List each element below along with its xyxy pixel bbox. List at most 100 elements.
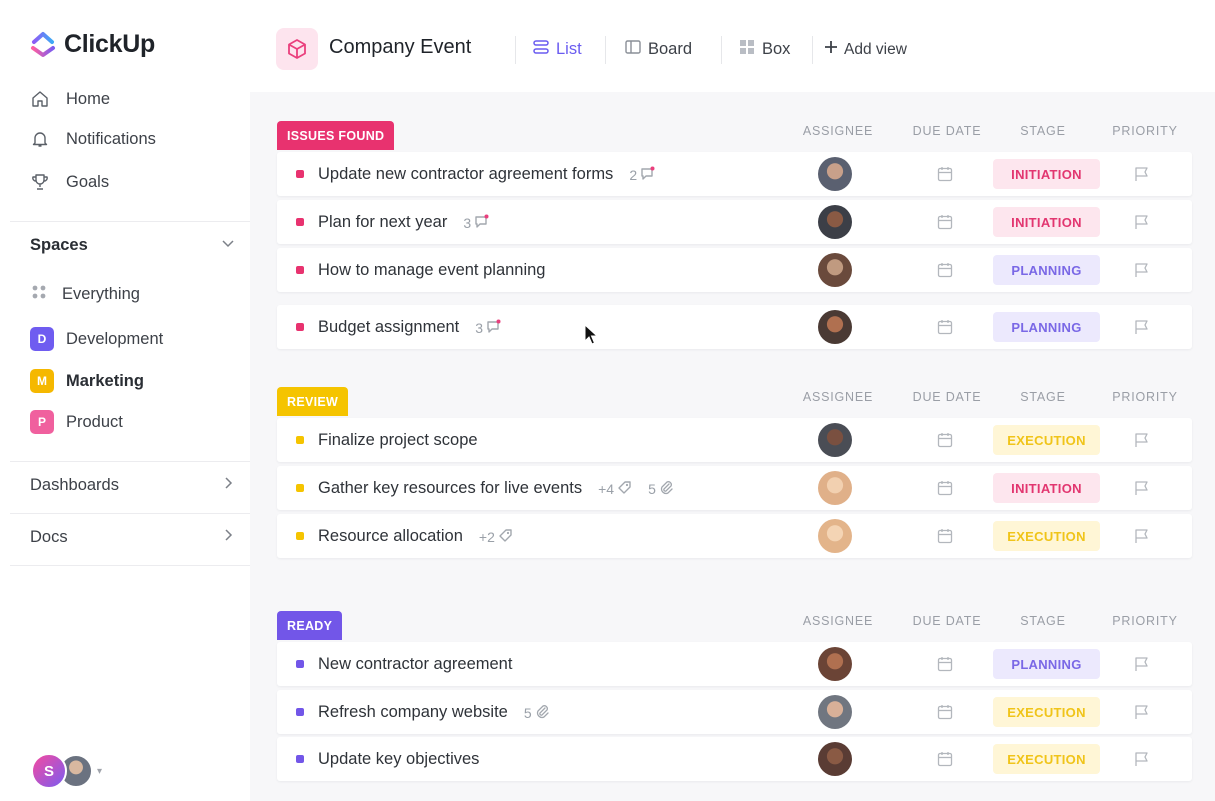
tab-box[interactable]: Box xyxy=(738,38,790,61)
flag-icon[interactable] xyxy=(1133,703,1151,726)
avatar[interactable] xyxy=(818,253,852,287)
avatar[interactable] xyxy=(818,742,852,776)
flag-icon[interactable] xyxy=(1133,431,1151,454)
calendar-icon[interactable] xyxy=(936,261,954,284)
calendar-icon[interactable] xyxy=(936,527,954,550)
task-row[interactable]: Finalize project scope EXECUTION xyxy=(277,418,1192,462)
column-header-stage[interactable]: STAGE xyxy=(988,390,1098,404)
space-everything[interactable]: Everything xyxy=(30,283,140,306)
flag-icon[interactable] xyxy=(1133,318,1151,341)
status-dot[interactable] xyxy=(296,708,304,716)
task-name[interactable]: Plan for next year 3 xyxy=(318,213,489,232)
status-badge[interactable]: INITIATION xyxy=(993,473,1100,503)
task-row[interactable]: How to manage event planning PLANNING xyxy=(277,248,1192,292)
status-dot[interactable] xyxy=(296,660,304,668)
status-dot[interactable] xyxy=(296,484,304,492)
avatar[interactable] xyxy=(818,157,852,191)
column-header-due-date[interactable]: DUE DATE xyxy=(892,390,1002,404)
calendar-icon[interactable] xyxy=(936,655,954,678)
space-marketing[interactable]: M Marketing xyxy=(30,369,144,393)
sidebar-item-docs[interactable]: Docs xyxy=(30,528,235,547)
status-badge[interactable]: EXECUTION xyxy=(993,744,1100,774)
tab-board[interactable]: Board xyxy=(624,38,692,61)
user-menu[interactable]: S ▾ xyxy=(31,753,102,789)
task-row[interactable]: New contractor agreement PLANNING xyxy=(277,642,1192,686)
status-badge[interactable]: PLANNING xyxy=(993,312,1100,342)
column-header-assignee[interactable]: ASSIGNEE xyxy=(783,124,893,138)
column-header-assignee[interactable]: ASSIGNEE xyxy=(783,614,893,628)
flag-icon[interactable] xyxy=(1133,479,1151,502)
space-development[interactable]: D Development xyxy=(30,327,163,351)
task-meta[interactable]: 3 xyxy=(475,319,501,337)
status-dot[interactable] xyxy=(296,532,304,540)
group-label[interactable]: REVIEW xyxy=(277,387,349,416)
task-row[interactable]: Update key objectives EXECUTION xyxy=(277,737,1192,781)
task-row[interactable]: Budget assignment 3 PLANNING xyxy=(277,305,1192,349)
status-badge[interactable]: INITIATION xyxy=(993,159,1100,189)
column-header-stage[interactable]: STAGE xyxy=(988,124,1098,138)
calendar-icon[interactable] xyxy=(936,750,954,773)
flag-icon[interactable] xyxy=(1133,213,1151,236)
avatar[interactable] xyxy=(818,205,852,239)
calendar-icon[interactable] xyxy=(936,318,954,341)
avatar[interactable] xyxy=(818,471,852,505)
task-name[interactable]: Finalize project scope xyxy=(318,431,478,450)
task-row[interactable]: Refresh company website 5 EXECUTION xyxy=(277,690,1192,734)
task-meta[interactable]: 2 xyxy=(629,166,655,184)
group-label[interactable]: READY xyxy=(277,611,343,640)
status-badge[interactable]: PLANNING xyxy=(993,649,1100,679)
status-dot[interactable] xyxy=(296,755,304,763)
flag-icon[interactable] xyxy=(1133,655,1151,678)
calendar-icon[interactable] xyxy=(936,703,954,726)
task-row[interactable]: Update new contractor agreement forms 2 I… xyxy=(277,152,1192,196)
nav-home[interactable]: Home xyxy=(30,89,110,109)
calendar-icon[interactable] xyxy=(936,431,954,454)
flag-icon[interactable] xyxy=(1133,527,1151,550)
column-header-assignee[interactable]: ASSIGNEE xyxy=(783,390,893,404)
add-view-button[interactable]: Add view xyxy=(824,40,907,59)
avatar[interactable] xyxy=(818,695,852,729)
task-meta[interactable]: 5 xyxy=(524,704,550,722)
column-header-priority[interactable]: PRIORITY xyxy=(1090,614,1200,628)
status-dot[interactable] xyxy=(296,436,304,444)
task-name[interactable]: Resource allocation +2 xyxy=(318,527,513,546)
task-name[interactable]: Gather key resources for live events +4 5 xyxy=(318,479,674,498)
status-badge[interactable]: EXECUTION xyxy=(993,521,1100,551)
flag-icon[interactable] xyxy=(1133,750,1151,773)
column-header-stage[interactable]: STAGE xyxy=(988,614,1098,628)
status-dot[interactable] xyxy=(296,218,304,226)
task-name[interactable]: How to manage event planning xyxy=(318,261,546,280)
task-name[interactable]: Budget assignment 3 xyxy=(318,318,501,337)
nav-notifications[interactable]: Notifications xyxy=(30,129,156,149)
status-dot[interactable] xyxy=(296,170,304,178)
flag-icon[interactable] xyxy=(1133,261,1151,284)
clickup-logo[interactable]: ClickUp xyxy=(30,30,155,59)
task-name[interactable]: New contractor agreement xyxy=(318,655,512,674)
task-name[interactable]: Update new contractor agreement forms 2 xyxy=(318,165,655,184)
calendar-icon[interactable] xyxy=(936,165,954,188)
sidebar-item-dashboards[interactable]: Dashboards xyxy=(30,476,235,495)
group-label[interactable]: ISSUES FOUND xyxy=(277,121,395,150)
avatar[interactable] xyxy=(818,519,852,553)
task-row[interactable]: Plan for next year 3 INITIATION xyxy=(277,200,1192,244)
tab-list[interactable]: List xyxy=(532,38,582,61)
status-badge[interactable]: EXECUTION xyxy=(993,697,1100,727)
task-row[interactable]: Resource allocation +2 EXECUTION xyxy=(277,514,1192,558)
avatar[interactable] xyxy=(818,423,852,457)
task-meta[interactable]: 5 xyxy=(648,480,674,498)
task-row[interactable]: Gather key resources for live events +4 5 … xyxy=(277,466,1192,510)
task-name[interactable]: Update key objectives xyxy=(318,750,479,769)
column-header-priority[interactable]: PRIORITY xyxy=(1090,124,1200,138)
status-dot[interactable] xyxy=(296,266,304,274)
nav-goals[interactable]: Goals xyxy=(30,172,109,192)
spaces-header[interactable]: Spaces xyxy=(30,236,235,255)
status-badge[interactable]: INITIATION xyxy=(993,207,1100,237)
status-badge[interactable]: EXECUTION xyxy=(993,425,1100,455)
avatar[interactable] xyxy=(818,647,852,681)
column-header-due-date[interactable]: DUE DATE xyxy=(892,614,1002,628)
calendar-icon[interactable] xyxy=(936,479,954,502)
task-meta[interactable]: +4 xyxy=(598,480,632,498)
status-dot[interactable] xyxy=(296,323,304,331)
calendar-icon[interactable] xyxy=(936,213,954,236)
task-meta[interactable]: +2 xyxy=(479,528,513,546)
